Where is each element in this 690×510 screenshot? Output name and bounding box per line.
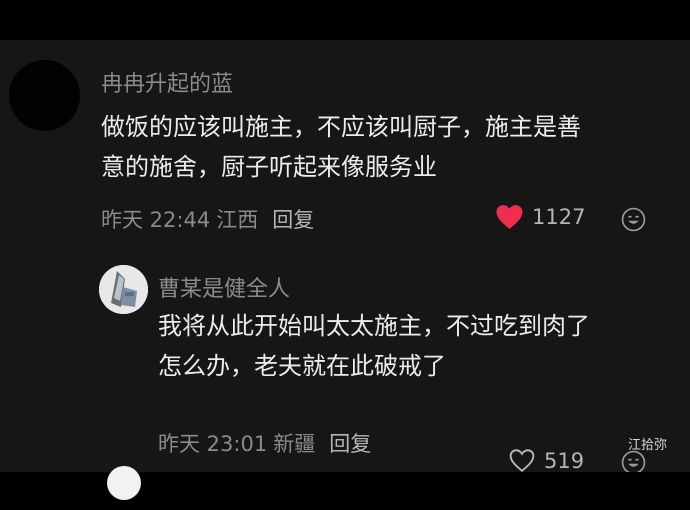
- comment-username[interactable]: 冉冉升起的蓝: [101, 66, 233, 98]
- bottom-bar: [0, 472, 690, 510]
- next-comment-avatar[interactable]: [107, 466, 141, 500]
- avatar-image: [99, 265, 148, 314]
- comment-time: 昨天 23:01: [158, 432, 268, 456]
- comment-username[interactable]: 曹某是健全人: [158, 271, 290, 303]
- comment-meta: 昨天 22:44 江西 回复: [101, 204, 314, 234]
- watermark: 江拾弥: [628, 438, 668, 453]
- comment-text-line: 我将从此开始叫太太施主，不过吃到肉了: [158, 312, 590, 340]
- avatar[interactable]: [9, 60, 80, 131]
- avatar[interactable]: [99, 265, 148, 314]
- comment-meta: 昨天 23:01 新疆 回复: [158, 428, 371, 458]
- like-count: 1127: [532, 205, 586, 229]
- comment-item: 冉冉升起的蓝 做饭的应该叫施主，不应该叫厨子，施主是善 意的施舍，厨子听起来像服…: [0, 40, 690, 250]
- smiley-icon: [621, 207, 646, 232]
- emoji-button[interactable]: [621, 207, 646, 236]
- like-button[interactable]: 519: [508, 448, 584, 473]
- comment-screen: 冉冉升起的蓝 做饭的应该叫施主，不应该叫厨子，施主是善 意的施舍，厨子听起来像服…: [0, 0, 690, 510]
- comment-location: 新疆: [273, 432, 316, 456]
- comment-text: 我将从此开始叫太太施主，不过吃到肉了 怎么办，老夫就在此破戒了: [158, 306, 663, 386]
- reply-button[interactable]: 回复: [272, 208, 314, 232]
- comment-thread: 冉冉升起的蓝 做饭的应该叫施主，不应该叫厨子，施主是善 意的施舍，厨子听起来像服…: [0, 40, 690, 475]
- comment-text-line: 做饭的应该叫施主，不应该叫厨子，施主是善: [101, 113, 581, 141]
- heart-filled-icon: [496, 205, 523, 229]
- comment-text-line: 怎么办，老夫就在此破戒了: [158, 352, 446, 380]
- comment-item: 曹某是健全人 我将从此开始叫太太施主，不过吃到肉了 怎么办，老夫就在此破戒了 昨…: [0, 258, 690, 475]
- like-button[interactable]: 1127: [495, 204, 585, 230]
- top-bar: [0, 0, 690, 40]
- comment-time: 昨天 22:44: [101, 208, 211, 232]
- comment-text-line: 意的施舍，厨子听起来像服务业: [101, 153, 437, 181]
- like-count: 519: [544, 448, 585, 473]
- heart-outline-icon: [509, 449, 535, 472]
- comment-location: 江西: [216, 208, 259, 232]
- comment-text: 做饭的应该叫施主，不应该叫厨子，施主是善 意的施舍，厨子听起来像服务业: [101, 107, 661, 187]
- reply-button[interactable]: 回复: [329, 432, 371, 456]
